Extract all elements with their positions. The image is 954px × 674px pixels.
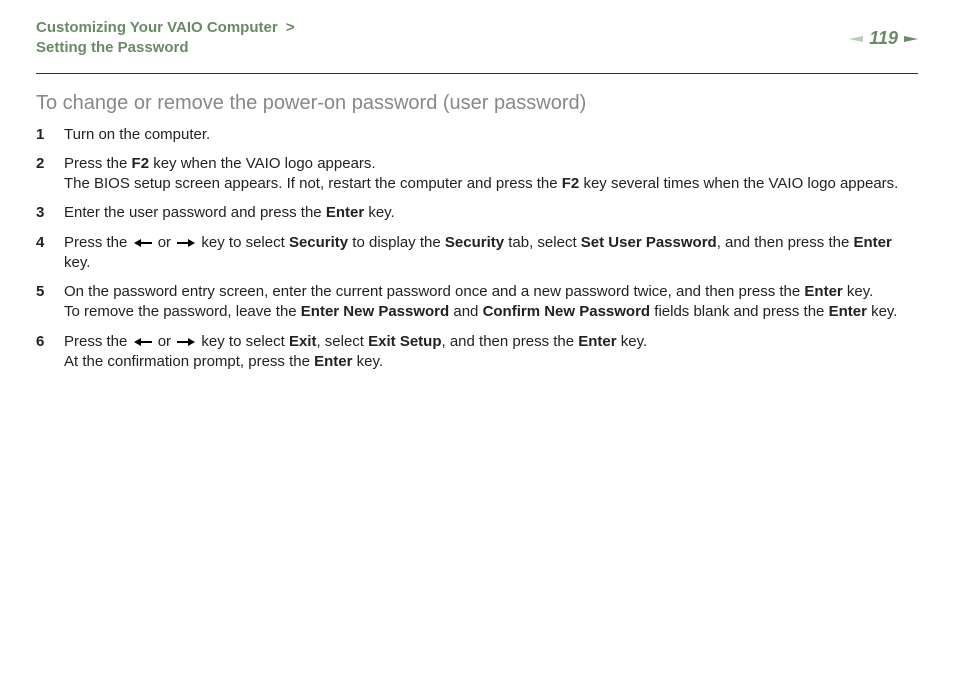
- step-1: Turn on the computer.: [36, 125, 918, 145]
- step-3: Enter the user password and press the En…: [36, 203, 918, 223]
- section-title: To change or remove the power-on passwor…: [36, 92, 918, 115]
- breadcrumb: Customizing Your VAIO Computer > Setting…: [36, 18, 295, 59]
- breadcrumb-line2: Setting the Password: [36, 39, 189, 56]
- arrow-left-icon: [134, 337, 152, 347]
- key-f2: F2: [132, 155, 150, 172]
- page-navigation: 119: [849, 28, 918, 49]
- arrow-right-icon: [177, 337, 195, 347]
- arrow-right-icon: [177, 238, 195, 248]
- step-6: Press the or key to select Exit, select …: [36, 332, 918, 373]
- label-set-user-password: Set User Password: [581, 234, 717, 251]
- page-header: Customizing Your VAIO Computer > Setting…: [0, 0, 954, 69]
- steps-list: Turn on the computer. Press the F2 key w…: [36, 125, 918, 373]
- prev-page-arrow-icon[interactable]: [849, 33, 863, 45]
- page-number: 119: [869, 28, 898, 49]
- content-area: To change or remove the power-on passwor…: [0, 74, 954, 373]
- label-security: Security: [445, 234, 504, 251]
- breadcrumb-line1: Customizing Your VAIO Computer: [36, 19, 278, 36]
- label-confirm-new-password: Confirm New Password: [483, 303, 651, 320]
- key-enter: Enter: [804, 283, 842, 300]
- step-2: Press the F2 key when the VAIO logo appe…: [36, 154, 918, 195]
- step-5: On the password entry screen, enter the …: [36, 282, 918, 323]
- step-4: Press the or key to select Security to d…: [36, 233, 918, 274]
- label-enter-new-password: Enter New Password: [301, 303, 449, 320]
- label-exit: Exit: [289, 333, 317, 350]
- key-enter: Enter: [578, 333, 616, 350]
- arrow-left-icon: [134, 238, 152, 248]
- breadcrumb-chevron: >: [286, 19, 295, 36]
- label-exit-setup: Exit Setup: [368, 333, 441, 350]
- key-enter: Enter: [829, 303, 867, 320]
- key-enter: Enter: [326, 204, 364, 221]
- label-security: Security: [289, 234, 348, 251]
- next-page-arrow-icon[interactable]: [904, 33, 918, 45]
- key-f2: F2: [562, 175, 580, 192]
- key-enter: Enter: [853, 234, 891, 251]
- key-enter: Enter: [314, 353, 352, 370]
